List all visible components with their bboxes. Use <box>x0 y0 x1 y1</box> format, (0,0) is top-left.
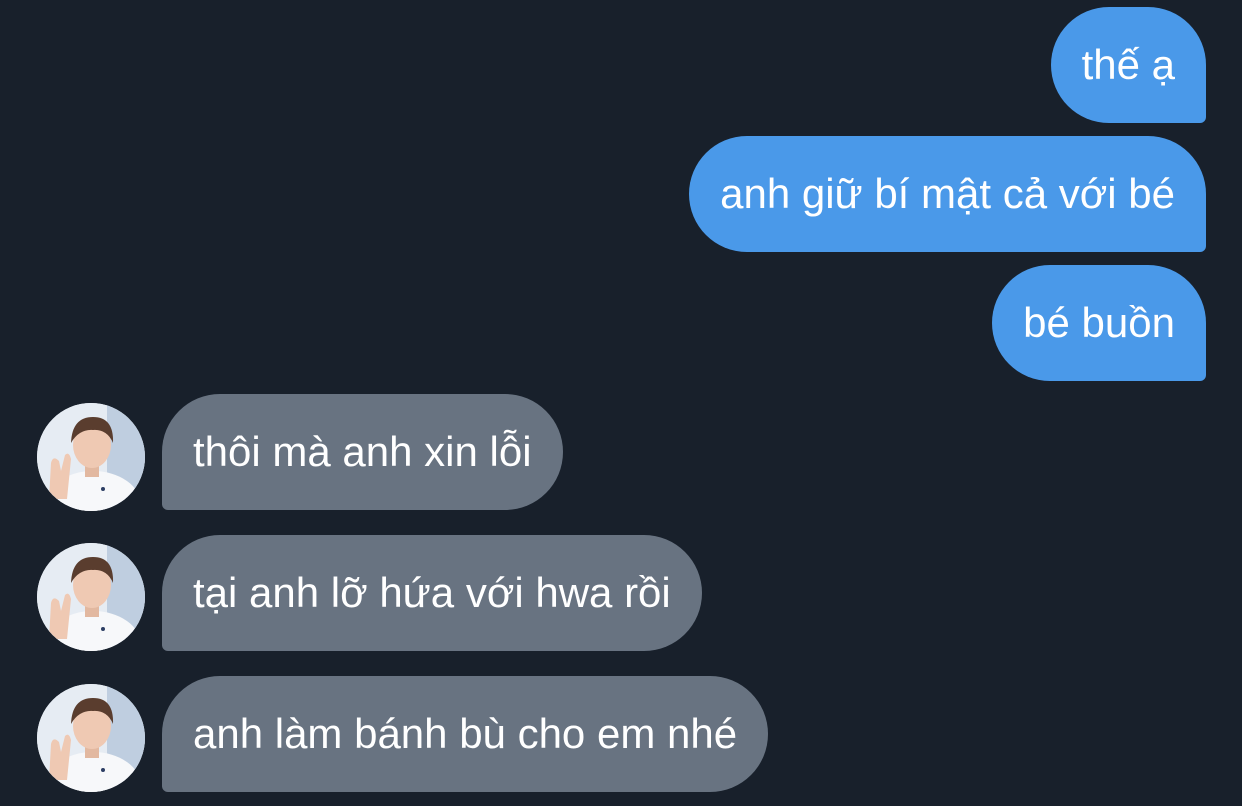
outgoing-message[interactable]: anh giữ bí mật cả với bé <box>689 136 1206 252</box>
outgoing-message[interactable]: bé buồn <box>992 265 1206 381</box>
user-avatar-photo <box>37 543 145 651</box>
outgoing-message[interactable]: thế ạ <box>1050 7 1206 123</box>
incoming-message[interactable]: anh làm bánh bù cho em nhé <box>162 676 769 792</box>
incoming-message[interactable]: tại anh lỡ hứa với hwa rồi <box>162 535 702 651</box>
user-avatar-photo <box>37 403 145 511</box>
avatar[interactable] <box>37 543 145 651</box>
user-avatar-photo <box>37 684 145 792</box>
avatar[interactable] <box>37 403 145 511</box>
avatar[interactable] <box>37 684 145 792</box>
incoming-message[interactable]: thôi mà anh xin lỗi <box>162 394 563 510</box>
